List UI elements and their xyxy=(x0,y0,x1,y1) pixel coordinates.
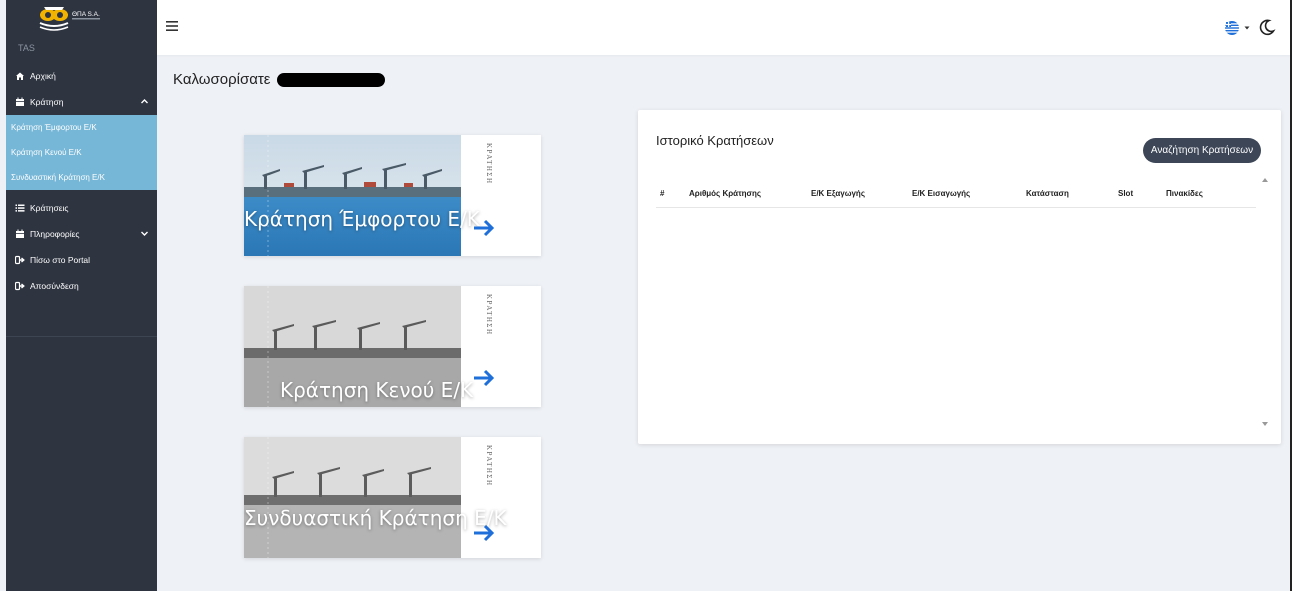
table-scrollbar[interactable] xyxy=(1259,178,1271,436)
card-side-label: ΚΡΑΤΗΣΗ xyxy=(485,143,493,185)
card-side-label: ΚΡΑΤΗΣΗ xyxy=(485,294,493,336)
sidebar-subitem-label: Συνδυαστική Κράτηση Ε/Κ xyxy=(11,173,105,182)
card-side-panel: ΚΡΑΤΗΣΗ xyxy=(461,135,541,256)
sidebar-item-home[interactable]: Αρχική xyxy=(6,63,157,89)
sidebar-subitem-label: Κράτηση Κενού Ε/Κ xyxy=(11,148,82,157)
calendar-icon xyxy=(15,229,25,239)
booking-card-full-container[interactable]: Κράτηση Έμφορτου Ε/Κ ΚΡΑΤΗΣΗ xyxy=(244,135,541,256)
card-side-panel: ΚΡΑΤΗΣΗ xyxy=(461,437,541,558)
sign-out-icon xyxy=(15,255,25,265)
greek-flag-icon xyxy=(1225,21,1239,35)
sidebar-nav: Αρχική Κράτηση xyxy=(6,63,157,115)
column-header[interactable]: Slot xyxy=(1118,189,1133,198)
column-header[interactable]: Ε/Κ Εισαγωγής xyxy=(912,189,970,198)
sidebar-item-booking[interactable]: Κράτηση xyxy=(6,89,157,115)
company-logo[interactable]: ΘΠΑ S.A. xyxy=(34,3,124,41)
port-image xyxy=(244,437,461,558)
column-header[interactable]: Κατάσταση xyxy=(1026,189,1069,198)
sidebar-subitem-combined-booking[interactable]: Συνδυαστική Κράτηση Ε/Κ xyxy=(6,165,157,190)
sidebar-item-label: Πίσω στο Portal xyxy=(30,255,91,265)
sign-out-icon xyxy=(15,281,25,291)
sidebar-submenu-booking: Κράτηση Έμφορτου Ε/Κ Κράτηση Κενού Ε/Κ Σ… xyxy=(6,115,157,190)
chevron-down-icon xyxy=(141,231,148,236)
sidebar-header: ΘΠΑ S.A. TAS xyxy=(6,0,157,63)
sidebar-item-label: Αποσύνδεση xyxy=(30,281,79,291)
sidebar-item-logout[interactable]: Αποσύνδεση xyxy=(6,273,157,299)
moon-icon[interactable] xyxy=(1258,18,1276,36)
sidebar-subitem-label: Κράτηση Έμφορτου Ε/Κ xyxy=(11,123,97,132)
sidebar-item-bookings[interactable]: Κράτησεις xyxy=(6,195,157,221)
topbar xyxy=(157,0,1290,55)
sidebar-item-back-to-portal[interactable]: Πίσω στο Portal xyxy=(6,247,157,273)
card-side-panel: ΚΡΑΤΗΣΗ xyxy=(461,286,541,407)
svg-text:ΘΠΑ S.A.: ΘΠΑ S.A. xyxy=(72,11,100,18)
arrow-right-icon[interactable] xyxy=(472,368,496,388)
hamburger-menu-icon[interactable] xyxy=(166,21,178,31)
sidebar-item-info[interactable]: Πληροφορίες xyxy=(6,221,157,247)
list-icon xyxy=(15,203,25,213)
card-title: Κράτηση Έμφορτου Ε/Κ xyxy=(244,207,480,231)
scroll-down-icon[interactable] xyxy=(1262,422,1268,426)
sidebar: ΘΠΑ S.A. TAS Αρχική Κράτηση Κράτηση Έμφο… xyxy=(6,0,157,591)
chevron-up-icon xyxy=(141,99,148,104)
panel-title: Ιστορικό Κρατήσεων xyxy=(656,133,774,148)
sidebar-item-label: Πληροφορίες xyxy=(30,229,80,239)
brand-subtitle: TAS xyxy=(18,43,35,53)
redacted-username xyxy=(276,72,385,87)
sidebar-item-label: Αρχική xyxy=(30,71,56,81)
sidebar-item-label: Κράτηση xyxy=(30,97,64,107)
scroll-up-icon[interactable] xyxy=(1262,178,1268,182)
sidebar-divider xyxy=(6,336,157,337)
language-selector[interactable] xyxy=(1224,20,1250,36)
caret-down-icon xyxy=(1244,26,1250,30)
sidebar-nav-lower: Κράτησεις Πληροφορίες Πίσω στο Portal Απ… xyxy=(6,195,157,299)
sidebar-item-label: Κράτησεις xyxy=(30,203,69,213)
sidebar-subitem-full-container[interactable]: Κράτηση Έμφορτου Ε/Κ xyxy=(6,115,157,140)
search-bookings-button[interactable]: Αναζήτηση Κρατήσεων xyxy=(1143,138,1261,163)
card-side-label: ΚΡΑΤΗΣΗ xyxy=(485,445,493,487)
sidebar-subitem-empty-container[interactable]: Κράτηση Κενού Ε/Κ xyxy=(6,140,157,165)
home-icon xyxy=(15,71,25,81)
booking-history-panel: Ιστορικό Κρατήσεων Αναζήτηση Κρατήσεων #… xyxy=(638,110,1281,444)
welcome-text: Καλωσορίσατε xyxy=(173,71,271,88)
column-header[interactable]: Πινακίδες xyxy=(1166,189,1203,198)
calendar-icon xyxy=(15,97,25,107)
column-header[interactable]: Αριθμός Κράτησης xyxy=(689,189,761,198)
arrow-right-icon[interactable] xyxy=(472,523,496,543)
table-header: # Αριθμός Κράτησης Ε/Κ Εξαγωγής Ε/Κ Εισα… xyxy=(656,178,1256,208)
booking-card-combined[interactable]: Συνδυαστική Κράτηση Ε/Κ ΚΡΑΤΗΣΗ xyxy=(244,437,541,558)
column-header[interactable]: Ε/Κ Εξαγωγής xyxy=(811,189,865,198)
welcome-message: Καλωσορίσατε xyxy=(173,71,385,88)
port-image xyxy=(244,135,461,256)
card-title: Κράτηση Κενού Ε/Κ xyxy=(280,378,474,402)
column-header[interactable]: # xyxy=(660,189,664,198)
booking-card-empty-container[interactable]: Κράτηση Κενού Ε/Κ ΚΡΑΤΗΣΗ xyxy=(244,286,541,407)
arrow-right-icon[interactable] xyxy=(472,218,496,238)
